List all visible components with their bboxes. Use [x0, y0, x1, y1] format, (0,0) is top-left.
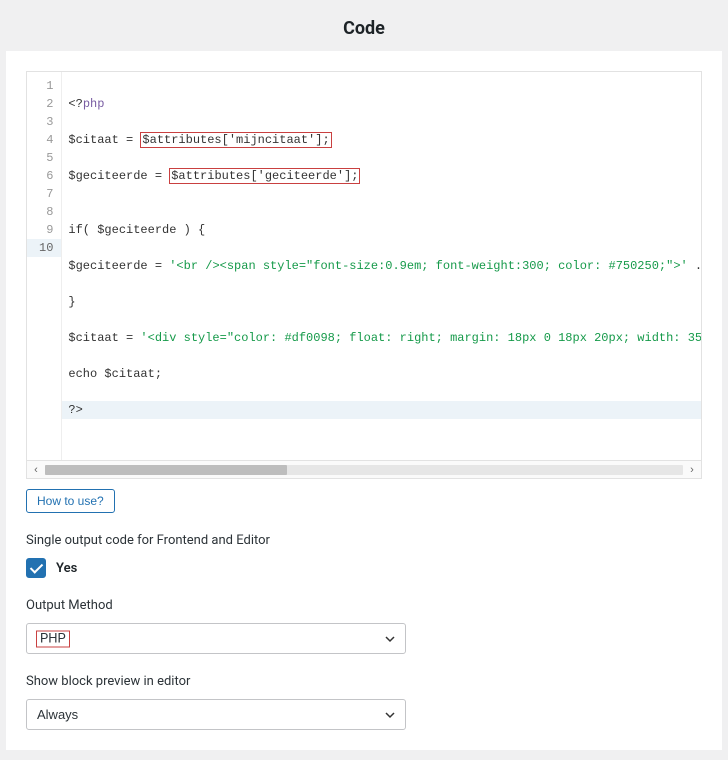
code-editor[interactable]: 1 2 3 4 5 6 7 8 9 10 <?php $citaat = $at…	[26, 71, 702, 479]
code-text: }	[68, 295, 75, 309]
horizontal-scrollbar[interactable]: ‹ ›	[27, 460, 701, 478]
output-method-label: Output Method	[26, 598, 702, 613]
code-text: =	[155, 259, 169, 273]
code-text: . $geciteerde .	[688, 259, 701, 273]
scrollbar-thumb[interactable]	[45, 465, 287, 475]
line-number: 2	[39, 95, 53, 113]
show-preview-select[interactable]: Always	[26, 699, 406, 730]
code-text: '<br /><span style="font-size:0.9em; fon…	[169, 259, 687, 273]
line-number: 8	[39, 203, 53, 221]
code-text: $citaat	[68, 331, 126, 345]
code-text: =	[155, 169, 169, 183]
code-text: =	[126, 133, 140, 147]
single-output-label: Single output code for Frontend and Edit…	[26, 533, 702, 548]
line-number: 5	[39, 149, 53, 167]
highlighted-attribute: $attributes['geciteerde'];	[169, 168, 360, 184]
code-text: <?	[68, 97, 82, 111]
line-number: 4	[39, 131, 53, 149]
code-panel: 1 2 3 4 5 6 7 8 9 10 <?php $citaat = $at…	[6, 51, 722, 750]
line-number: 7	[39, 185, 53, 203]
code-text: $geciteerde	[68, 259, 154, 273]
output-method-select[interactable]: PHP PHP	[26, 623, 406, 654]
code-text: if( $geciteerde ) {	[68, 223, 205, 237]
scroll-right-icon[interactable]: ›	[683, 464, 701, 476]
code-text: =	[126, 331, 140, 345]
single-output-checkbox[interactable]	[26, 558, 46, 578]
scrollbar-track[interactable]	[45, 465, 683, 475]
line-number: 3	[39, 113, 53, 131]
code-text: php	[83, 97, 105, 111]
code-text: $citaat	[68, 133, 126, 147]
how-to-use-button[interactable]: How to use?	[26, 489, 115, 513]
show-preview-dropdown[interactable]: Always	[26, 699, 406, 730]
code-content[interactable]: <?php $citaat = $attributes['mijncitaat'…	[62, 72, 701, 460]
code-text: echo $citaat;	[68, 367, 162, 381]
line-number: 9	[39, 221, 53, 239]
section-title: Code	[6, 0, 722, 51]
line-number: 1	[39, 77, 53, 95]
line-number: 6	[39, 167, 53, 185]
output-method-dropdown[interactable]: PHP	[26, 623, 406, 654]
code-text: $geciteerde	[68, 169, 154, 183]
show-preview-label: Show block preview in editor	[26, 674, 702, 689]
single-output-checkbox-label: Yes	[56, 561, 77, 576]
scroll-left-icon[interactable]: ‹	[27, 464, 45, 476]
line-number: 10	[27, 239, 61, 257]
code-text: '<div style="color: #df0098; float: righ…	[140, 331, 701, 345]
highlighted-attribute: $attributes['mijncitaat'];	[140, 132, 331, 148]
code-text: ?>	[68, 403, 82, 417]
code-gutter: 1 2 3 4 5 6 7 8 9 10	[27, 72, 62, 460]
